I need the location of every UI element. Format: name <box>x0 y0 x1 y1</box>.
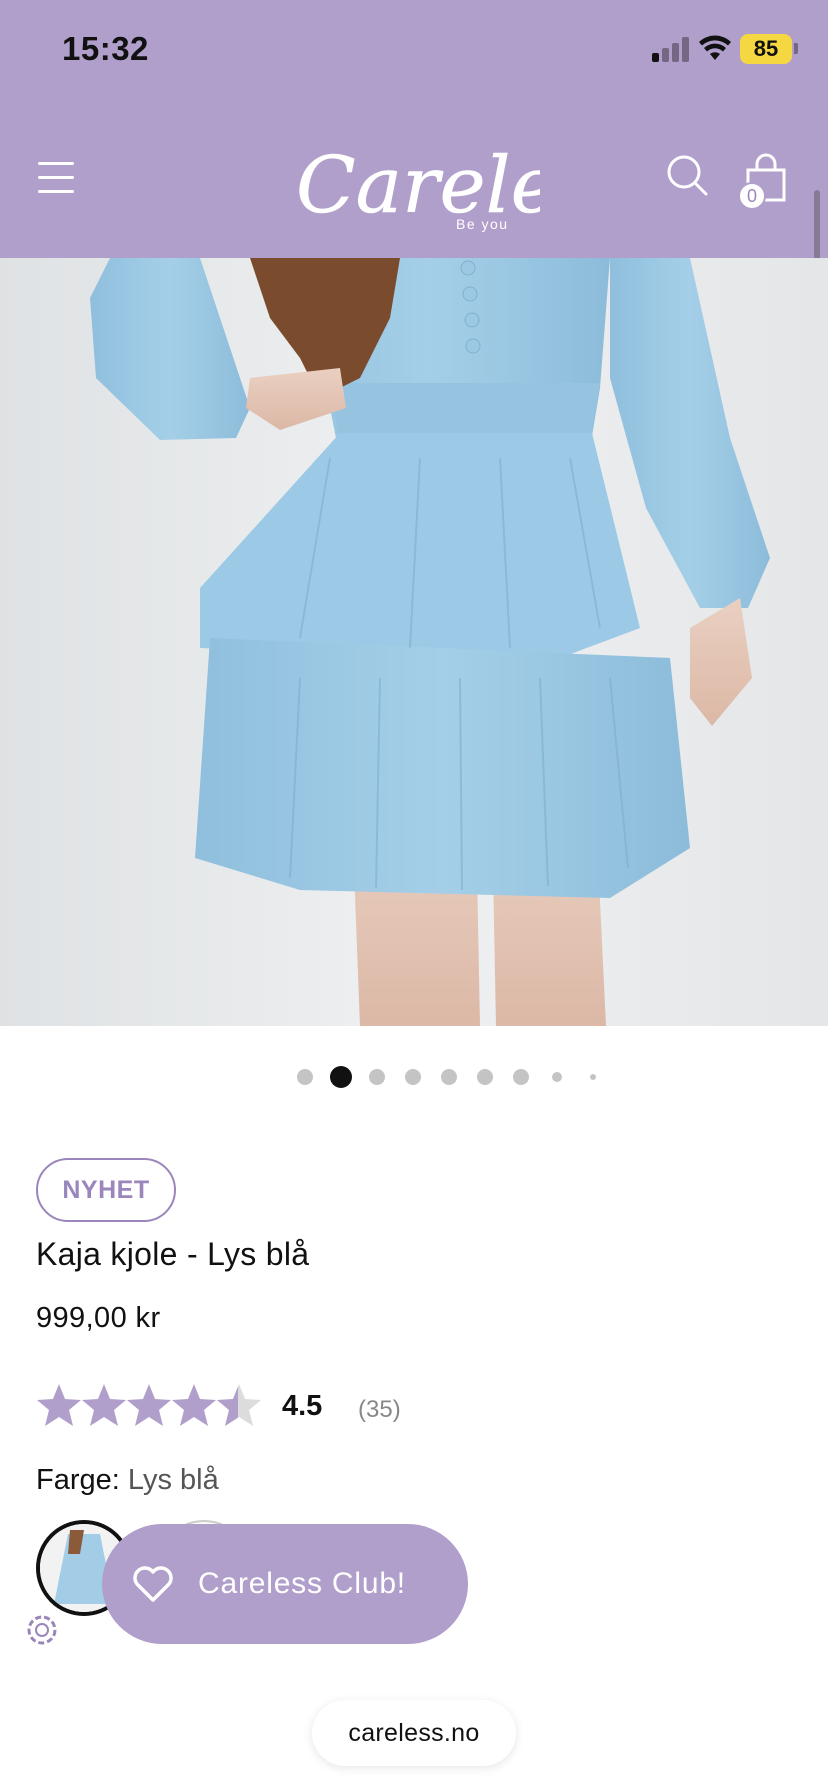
carousel-dot[interactable] <box>590 1074 596 1080</box>
color-value: Lys blå <box>127 1464 219 1496</box>
search-icon <box>667 155 708 196</box>
status-time: 15:32 <box>62 30 149 67</box>
image-carousel-dots[interactable] <box>0 1066 828 1088</box>
color-label: Farge: Lys blå <box>36 1464 219 1497</box>
carousel-dot[interactable] <box>441 1069 457 1085</box>
rating-stars[interactable] <box>36 1382 266 1428</box>
product-image[interactable] <box>0 258 828 1026</box>
careless-club-label: Careless Club! <box>198 1567 406 1600</box>
cellular-signal-icon <box>652 36 690 62</box>
battery-tip <box>794 43 798 54</box>
star-icon <box>37 1384 81 1426</box>
product-price: 999,00 kr <box>36 1302 161 1334</box>
dress-photo <box>90 258 770 1026</box>
battery-indicator: 85 <box>740 34 792 64</box>
carousel-dot[interactable] <box>552 1072 562 1082</box>
accessibility-icon[interactable] <box>26 1614 58 1646</box>
star-icon <box>127 1384 171 1426</box>
search-button[interactable] <box>664 152 712 200</box>
new-badge: NYHET <box>36 1158 176 1222</box>
cart-count-badge: 0 <box>738 182 766 210</box>
carousel-dot[interactable] <box>369 1069 385 1085</box>
carousel-dot[interactable] <box>477 1069 493 1085</box>
wifi-icon <box>699 35 731 60</box>
star-icon <box>82 1384 126 1426</box>
menu-button[interactable] <box>36 158 78 200</box>
half-star-icon <box>217 1384 261 1426</box>
carousel-dot[interactable] <box>405 1069 421 1085</box>
rating-value: 4.5 <box>282 1390 323 1422</box>
header-bar: 15:32 85 Careless Be you 0 <box>0 0 828 258</box>
browser-url-bar[interactable]: careless.no <box>312 1700 516 1766</box>
carousel-dot-active[interactable] <box>330 1066 352 1088</box>
carousel-dot[interactable] <box>513 1069 529 1085</box>
logo-tagline: Be you <box>456 216 509 232</box>
product-title: Kaja kjole - Lys blå <box>36 1236 310 1272</box>
color-label-text: Farge: <box>36 1464 120 1496</box>
carousel-dot[interactable] <box>297 1069 313 1085</box>
heart-icon <box>133 1566 173 1602</box>
careless-club-button[interactable]: Careless Club! <box>102 1524 468 1644</box>
review-count[interactable]: (35) <box>358 1396 401 1424</box>
star-icon <box>172 1384 216 1426</box>
